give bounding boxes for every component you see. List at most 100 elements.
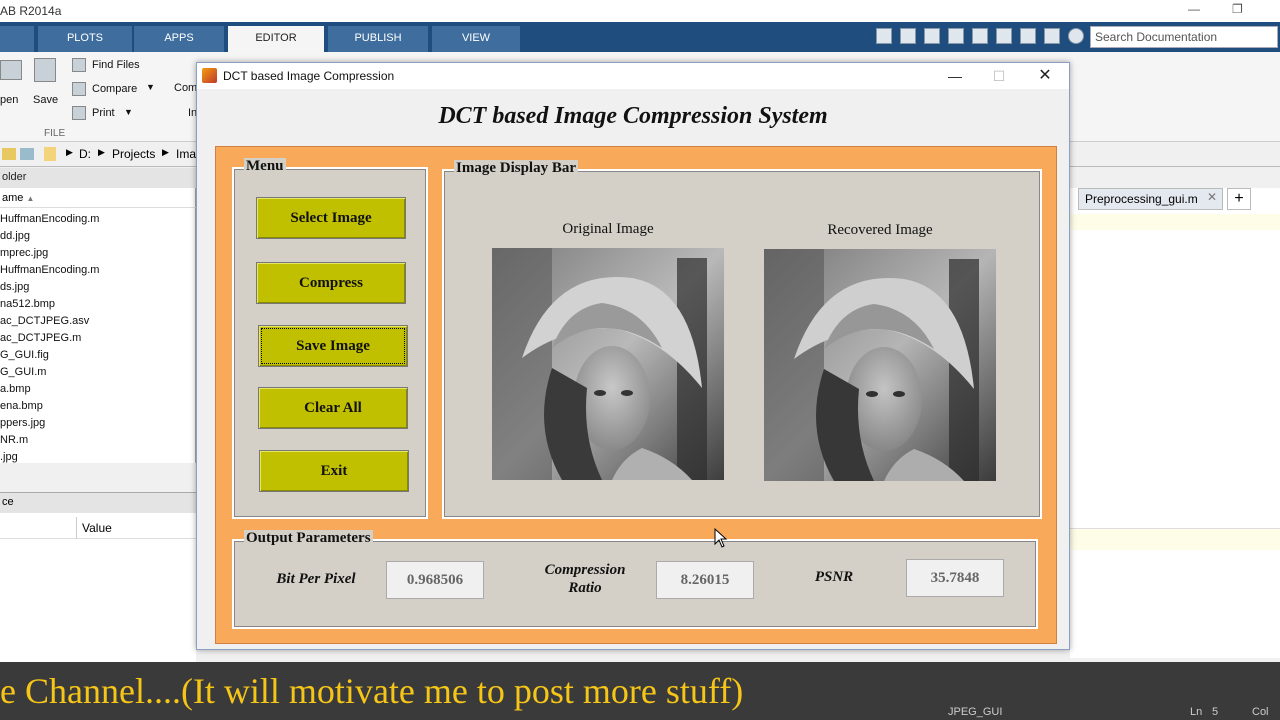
status-ln-label: Ln [1190, 706, 1203, 718]
column-divider[interactable] [76, 517, 77, 539]
value-column-header[interactable]: Value [82, 521, 112, 535]
path-segment[interactable]: Projects [112, 147, 155, 161]
save-label[interactable]: Save [33, 94, 58, 106]
file-list-item[interactable]: dd.jpg [0, 230, 30, 242]
find-files-button[interactable]: Find Files [92, 59, 140, 71]
app-title: DCT based Image Compression System [438, 103, 828, 129]
matlab-window-title: AB R2014a [0, 4, 62, 18]
subtitle-text: e Channel....(It will motivate me to pos… [0, 671, 744, 711]
sort-ascending-icon: ▲ [26, 194, 35, 203]
path-segment[interactable]: Ima [176, 147, 196, 161]
file-list-item[interactable]: ac_DCTJPEG.m [0, 332, 81, 344]
status-bar: JPEG_GUI Ln 5 Col [944, 706, 1280, 720]
file-list-item[interactable]: HuffmanEncoding.m [0, 213, 99, 225]
workspace-columns: Value [0, 517, 196, 539]
close-icon[interactable]: ✕ [1031, 66, 1059, 86]
workspace-pane: ce Value [0, 492, 196, 662]
open-label[interactable]: pen [0, 94, 18, 106]
main-panel: Menu Select Image Compress Save Image Cl… [215, 146, 1057, 644]
restore-icon[interactable]: ❐ [1232, 2, 1243, 16]
select-image-button[interactable]: Select Image [256, 197, 406, 239]
status-col-label: Col [1252, 706, 1269, 718]
redo-icon[interactable] [1020, 28, 1036, 44]
file-list-item[interactable]: G_GUI.m [0, 366, 46, 378]
save-quick-icon[interactable] [900, 28, 916, 44]
file-list-item[interactable]: G_GUI.fig [0, 349, 49, 361]
copy-icon[interactable] [948, 28, 964, 44]
find-files-icon [72, 58, 86, 72]
menu-panel-title: Menu [244, 158, 286, 175]
bit-per-pixel-label: Bit Per Pixel [276, 571, 356, 587]
compare-button[interactable]: Compare [92, 83, 137, 95]
save-image-button[interactable]: Save Image [258, 325, 408, 367]
file-list-item[interactable]: ds.jpg [0, 281, 29, 293]
file-list-item[interactable]: a.bmp [0, 383, 31, 395]
file-list-item[interactable]: .jpg [0, 451, 18, 463]
folder-icon[interactable] [2, 148, 16, 160]
output-parameters-panel: Output Parameters Bit Per Pixel 0.968506… [232, 530, 1038, 629]
file-list-item[interactable]: mprec.jpg [0, 247, 48, 259]
file-list-item[interactable]: ena.bmp [0, 400, 43, 412]
print-button[interactable]: Print [92, 107, 115, 119]
tab-editor[interactable]: EDITOR [228, 26, 324, 52]
dialog-title-bar[interactable]: DCT based Image Compression — ☐ ✕ [197, 63, 1069, 89]
editor-message-bar [1070, 214, 1280, 230]
matlab-title-bar: AB R2014a — ❐ [0, 0, 1280, 22]
editor-code-line [1070, 528, 1280, 550]
chevron-right-icon: ▶ [66, 147, 73, 157]
chevron-down-icon[interactable]: ▼ [146, 82, 155, 92]
psnr-label: PSNR [814, 569, 854, 585]
browse-icon[interactable] [20, 148, 34, 160]
cut-icon[interactable] [924, 28, 940, 44]
switch-windows-icon[interactable] [1044, 28, 1060, 44]
minimize-icon[interactable]: — [941, 66, 969, 86]
recovered-image-label: Recovered Image [827, 222, 933, 238]
editor-tab[interactable]: Preprocessing_gui.m [1078, 188, 1223, 210]
maximize-icon[interactable]: ☐ [985, 66, 1013, 86]
folder-icon [44, 147, 56, 161]
minimize-icon[interactable]: — [1188, 2, 1200, 16]
dct-compression-dialog: DCT based Image Compression — ☐ ✕ DCT ba… [196, 62, 1070, 650]
file-list-item[interactable]: NR.m [0, 434, 28, 446]
tab-publish[interactable]: PUBLISH [328, 26, 428, 52]
compression-ratio-label: Compression Ratio [530, 561, 640, 597]
compare-icon [72, 82, 86, 96]
comment-label[interactable]: Com [174, 82, 197, 94]
name-column-header[interactable]: ame ▲ [0, 190, 196, 208]
file-list-item[interactable]: HuffmanEncoding.m [0, 264, 99, 276]
exit-button[interactable]: Exit [259, 450, 409, 492]
file-list-item[interactable]: ac_DCTJPEG.asv [0, 315, 89, 327]
clear-all-button[interactable]: Clear All [258, 387, 408, 429]
compression-ratio-label-line1: Compression [544, 562, 626, 578]
tab-view[interactable]: VIEW [432, 26, 520, 52]
undo-icon[interactable] [996, 28, 1012, 44]
compress-button[interactable]: Compress [256, 262, 406, 304]
editor-area: Preprocessing_gui.m ✕ + [1070, 188, 1280, 658]
paste-icon[interactable] [972, 28, 988, 44]
original-image [492, 248, 724, 480]
quick-access-icon[interactable] [876, 28, 892, 44]
output-parameters-title: Output Parameters [244, 530, 373, 547]
bit-per-pixel-value: 0.968506 [386, 561, 484, 599]
tab-home-partial[interactable] [0, 26, 34, 52]
path-segment[interactable]: D: [79, 147, 91, 161]
editor-tab-label: Preprocessing_gui.m [1085, 192, 1198, 206]
search-documentation-input[interactable]: Search Documentation [1090, 26, 1278, 48]
chevron-down-icon[interactable]: ▼ [124, 107, 133, 117]
new-tab-button[interactable]: + [1227, 188, 1251, 210]
tab-apps[interactable]: APPS [134, 26, 224, 52]
tab-plots[interactable]: PLOTS [38, 26, 132, 52]
chevron-right-icon: ▶ [162, 147, 169, 157]
close-icon[interactable]: ✕ [1207, 190, 1217, 204]
help-icon[interactable] [1068, 28, 1084, 44]
workspace-header: ce [0, 493, 196, 513]
chevron-right-icon: ▶ [98, 147, 105, 157]
file-list-item[interactable]: na512.bmp [0, 298, 55, 310]
folder-pane-header: older [0, 168, 196, 188]
save-icon[interactable] [34, 58, 56, 82]
open-icon[interactable] [0, 60, 22, 80]
status-ln: 5 [1212, 706, 1219, 718]
psnr-value: 35.7848 [906, 559, 1004, 597]
file-list-item[interactable]: ppers.jpg [0, 417, 45, 429]
original-image-label: Original Image [562, 221, 654, 237]
